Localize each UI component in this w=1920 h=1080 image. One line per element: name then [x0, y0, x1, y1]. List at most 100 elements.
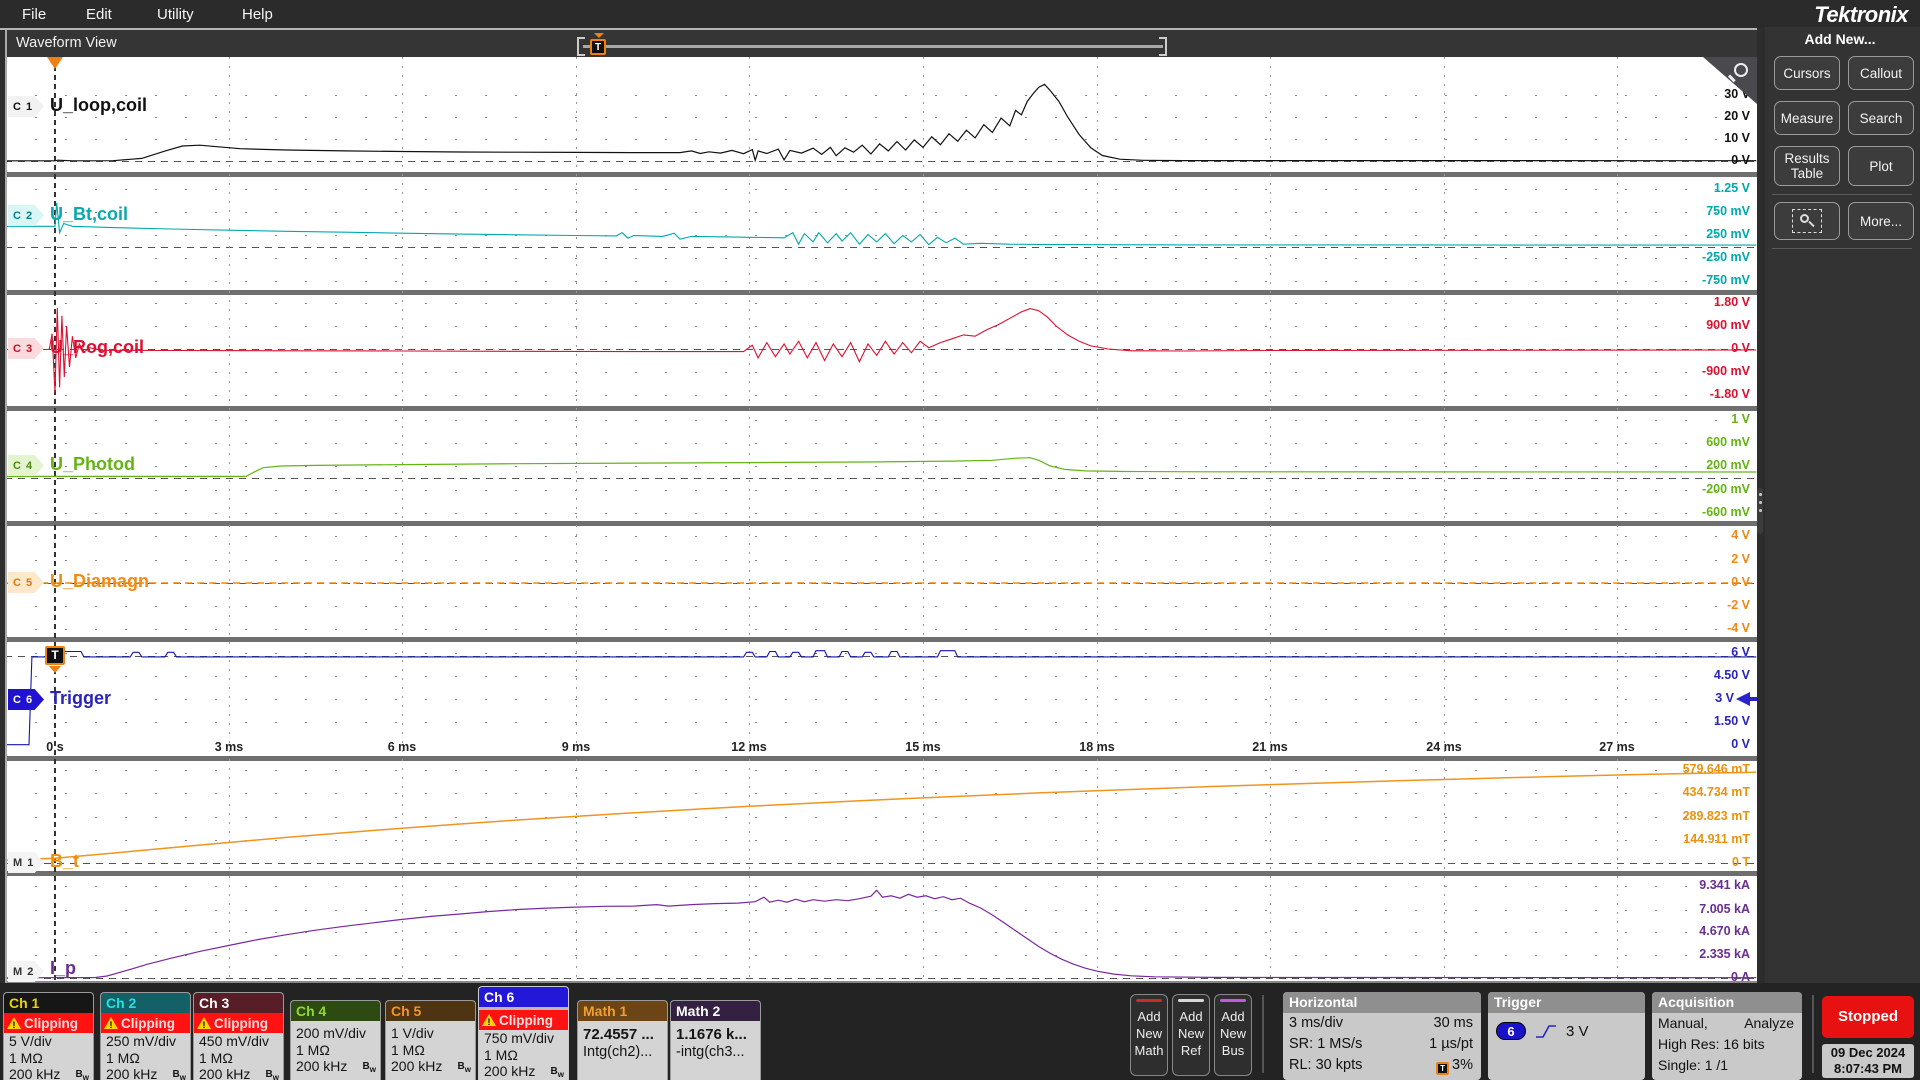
- sample-interval: 1 µs/pt: [1429, 1036, 1473, 1052]
- math2-card[interactable]: Math 2 1.1676 k... -intg(ch3...: [670, 1000, 761, 1080]
- m2-scale-label: 9.341 kA: [1699, 878, 1750, 892]
- trigger-position: T 3%: [1436, 1055, 1473, 1076]
- channel-name-c3[interactable]: U_Rog,coil: [50, 337, 144, 358]
- m1-scale-label: 579.646 mT: [1682, 762, 1750, 776]
- waveform-view-tab[interactable]: Waveform View: [16, 35, 117, 51]
- channel-name-c5[interactable]: U_Diamagn: [50, 571, 149, 592]
- search-button[interactable]: Search: [1848, 101, 1914, 135]
- ch2-scale: 250 mV/div: [106, 1033, 177, 1049]
- ch1-impedance: 1 MΩ: [9, 1049, 43, 1066]
- add-new-bus-button[interactable]: Add New Bus: [1214, 994, 1252, 1076]
- ch2-card-title: Ch 2: [101, 993, 190, 1013]
- minimap-right-bracket[interactable]: [1159, 37, 1167, 56]
- c3-scale-label: -1.80 V: [1709, 387, 1750, 401]
- ch5-card[interactable]: Ch 5 1 V/div 1 MΩ 200 kHz Bw: [385, 1000, 476, 1080]
- warning-icon: !: [104, 1016, 118, 1030]
- ch6-card-selected[interactable]: Ch 6 ! Clipping 750 mV/div 1 MΩ 200 kHz …: [478, 986, 569, 1080]
- ch2-clipping-warning: ! Clipping: [101, 1013, 190, 1033]
- trace-m1: [5, 771, 1757, 861]
- ch3-card[interactable]: Ch 3 ! Clipping 450 mV/div 1 MΩ 200 kHz …: [193, 992, 284, 1080]
- trigger-flag-icon: T: [1436, 1062, 1450, 1075]
- ch4-card[interactable]: Ch 4 200 mV/div 1 MΩ 200 kHz Bw: [290, 1000, 381, 1080]
- menu-help[interactable]: Help: [242, 6, 273, 23]
- menu-utility[interactable]: Utility: [157, 6, 194, 23]
- add-new-math-button[interactable]: Add New Math: [1130, 994, 1168, 1076]
- c4-scale-label: -200 mV: [1702, 482, 1750, 496]
- time-label: 24 ms: [1426, 740, 1462, 754]
- trigger-source-marker-icon[interactable]: T: [45, 646, 65, 665]
- plot-button[interactable]: Plot: [1848, 146, 1914, 186]
- callout-button[interactable]: Callout: [1848, 56, 1914, 90]
- ch2-card[interactable]: Ch 2 ! Clipping 250 mV/div 1 MΩ 200 kHz …: [100, 992, 191, 1080]
- time-label: 6 ms: [387, 740, 417, 754]
- measure-button[interactable]: Measure: [1774, 101, 1840, 135]
- c2-scale-label: -750 mV: [1702, 273, 1750, 287]
- horizontal-panel[interactable]: Horizontal 3 ms/div 30 ms SR: 1 MS/s 1 µs/…: [1283, 992, 1481, 1080]
- ch5-impedance: 1 MΩ: [391, 1041, 425, 1058]
- panel-splitter-handle[interactable]: [1757, 488, 1763, 534]
- channel-name-m1[interactable]: B_t: [50, 851, 79, 872]
- c6-scale-label: 4.50 V: [1713, 668, 1750, 682]
- ch3-bandwidth: 200 kHz Bw: [199, 1066, 279, 1080]
- math2-value: 1.1676 k...: [676, 1026, 747, 1043]
- warning-icon: !: [482, 1013, 496, 1027]
- add-new-ref-button[interactable]: Add New Ref: [1172, 994, 1210, 1076]
- trace-c1: [5, 83, 1757, 163]
- m2-scale-label: 7.005 kA: [1699, 902, 1750, 916]
- zoom-select-button[interactable]: [1774, 202, 1840, 240]
- m2-scale-label: 4.670 kA: [1699, 924, 1750, 938]
- channel-name-c2[interactable]: U_Bt,coil: [50, 204, 128, 225]
- waveform-view-tabbar: [5, 30, 1757, 57]
- results-table-button[interactable]: Results Table: [1774, 146, 1840, 186]
- time-label: 18 ms: [1079, 740, 1115, 754]
- ch3-card-title: Ch 3: [194, 993, 283, 1013]
- minimap-left-bracket[interactable]: [577, 37, 585, 56]
- c6-scale-label: 1.50 V: [1713, 714, 1750, 728]
- time-label: 15 ms: [905, 740, 941, 754]
- channel-name-c6[interactable]: Trigger: [50, 688, 111, 709]
- menu-edit[interactable]: Edit: [86, 6, 112, 23]
- ch6-clipping-warning: ! Clipping: [479, 1010, 568, 1030]
- ch3-clipping-warning: ! Clipping: [194, 1013, 283, 1033]
- acq-resolution: High Res: 16 bits: [1658, 1036, 1765, 1052]
- ch4-bandwidth: 200 kHz Bw: [296, 1058, 376, 1074]
- c5-scale-label: 4 V: [1731, 528, 1750, 542]
- trigger-position-arrow-icon[interactable]: [47, 57, 63, 69]
- ch4-scale: 200 mV/div: [296, 1025, 367, 1041]
- menu-file[interactable]: File: [22, 6, 46, 23]
- ch1-clipping-warning: ! Clipping: [4, 1013, 93, 1033]
- channel-name-c1[interactable]: U_loop,coil: [50, 95, 147, 116]
- math1-expression: Intg(ch2)...: [583, 1043, 653, 1060]
- minimap-trigger-icon[interactable]: T: [590, 39, 606, 55]
- bus-color-stripe: [1220, 999, 1246, 1002]
- add-new-label: Add New...: [1804, 31, 1876, 47]
- c2-scale-label: 250 mV: [1706, 227, 1750, 241]
- zoom-select-icon: [1792, 209, 1822, 233]
- trigger-level-arrow-icon[interactable]: [1736, 692, 1750, 706]
- horizontal-window: 30 ms: [1433, 1015, 1474, 1031]
- math2-expression: -intg(ch3...: [676, 1043, 745, 1060]
- rising-edge-icon: [1536, 1024, 1556, 1038]
- m1-scale-label: 434.734 mT: [1682, 785, 1750, 799]
- trigger-panel[interactable]: Trigger 6 3 V: [1488, 992, 1645, 1080]
- time-label: 8:07:43 PM: [1834, 1061, 1902, 1076]
- acquisition-panel[interactable]: Acquisition Manual, Analyze High Res: 16 …: [1652, 992, 1802, 1080]
- ch1-bandwidth: 200 kHz Bw: [9, 1066, 89, 1080]
- math1-card[interactable]: Math 1 72.4557 ... Intg(ch2)...: [577, 1000, 668, 1080]
- ch2-impedance: 1 MΩ: [106, 1049, 140, 1066]
- c4-scale-label: -600 mV: [1702, 505, 1750, 519]
- time-label: 12 ms: [731, 740, 767, 754]
- cursors-button[interactable]: Cursors: [1774, 56, 1840, 90]
- ch1-card[interactable]: Ch 1 ! Clipping 5 V/div 1 MΩ 200 kHz Bw: [3, 992, 94, 1080]
- c3-scale-label: 900 mV: [1706, 318, 1750, 332]
- channel-name-m2[interactable]: I_p: [50, 958, 76, 979]
- trace-c3: [5, 308, 1757, 393]
- channel-name-c4[interactable]: U_Photod: [50, 454, 135, 475]
- more-button[interactable]: More...: [1848, 202, 1914, 240]
- trace-c6: [5, 650, 1757, 746]
- c4-scale-label: 200 mV: [1706, 458, 1750, 472]
- menu-bar: File Edit Utility Help Tektronix: [0, 0, 1920, 28]
- run-stop-status-button[interactable]: Stopped: [1822, 996, 1914, 1038]
- time-label: 27 ms: [1599, 740, 1635, 754]
- time-label: 0 s: [46, 740, 64, 754]
